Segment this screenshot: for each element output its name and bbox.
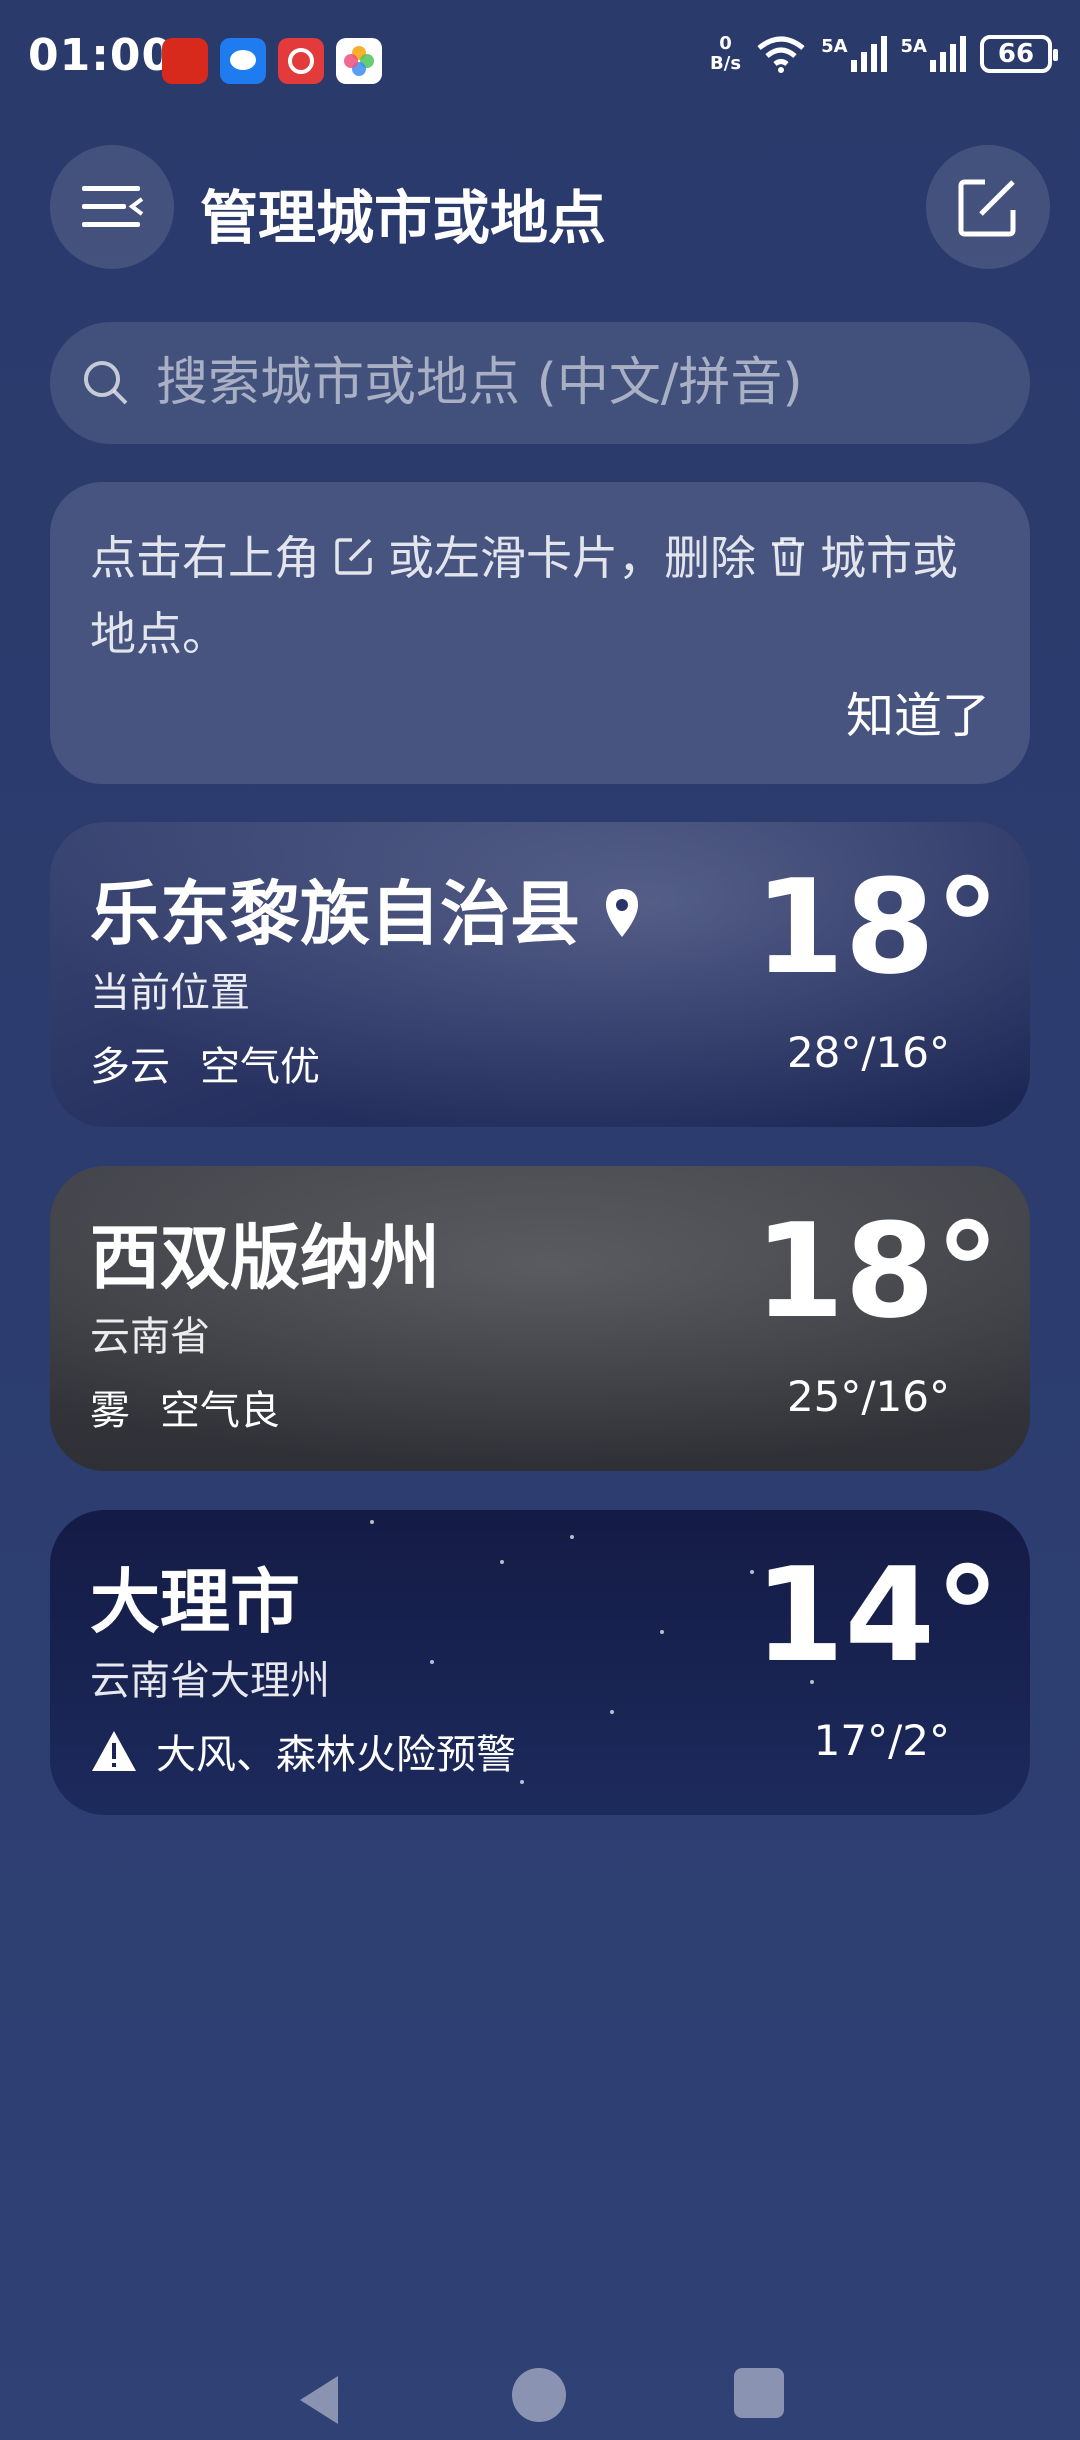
page-title: 管理城市或地点 [200,184,607,252]
signal-2: 5A [901,36,966,72]
header: 管理城市或地点 [0,145,1080,270]
tip-text: 点击右上角 或左滑卡片，删除 城市或地点。 [90,522,990,670]
dismiss-tip-button[interactable]: 知道了 [846,676,990,746]
back-icon[interactable] [292,2372,348,2428]
warning-icon [92,1731,136,1771]
status-bar: 01:00 0 B/s 5A 5A 66 [0,0,1080,120]
star-decoration [570,1535,574,1539]
signal-1: 5A [821,36,887,72]
status-time: 01:00 [28,30,174,81]
tip-card: 点击右上角 或左滑卡片，删除 城市或地点。 知道了 [50,482,1030,784]
current-temp: 14° [754,1539,1000,1691]
home-icon[interactable] [512,2368,566,2422]
city-name: 乐东黎族自治县 [90,873,580,955]
weather-condition: 多云 [90,1044,170,1090]
wifi-icon [757,36,805,73]
temp-range: 28°/16° [786,1028,950,1077]
navigation-bar [0,2350,1080,2440]
city-card[interactable]: 大理市 云南省大理州 大风、森林火险预警 14° 17°/2° [50,1510,1030,1815]
weather-condition: 雾 [90,1388,130,1434]
music-app-icon [278,38,324,84]
edit-button[interactable] [926,145,1050,269]
search-icon [84,361,128,405]
search-bar[interactable] [50,322,1030,444]
weather-warning: 大风、森林火险预警 [156,1732,516,1778]
search-input[interactable] [154,352,978,414]
city-card[interactable]: 乐东黎族自治县 当前位置 多云 空气优 18° 28°/16° [50,822,1030,1127]
temp-range: 17°/2° [813,1716,950,1765]
air-quality: 空气良 [160,1388,280,1434]
status-indicators: 0 B/s 5A 5A 66 [710,33,1058,74]
trash-icon [768,526,808,598]
red-app-icon [162,38,208,84]
city-name: 西双版纳州 [90,1217,440,1299]
temp-range: 25°/16° [786,1372,950,1421]
city-name: 大理市 [90,1561,300,1643]
star-decoration [610,1710,614,1714]
net-speed: 0 B/s [710,33,742,74]
location-pin-icon [606,889,638,937]
signal-bars-icon [930,36,966,72]
current-temp: 18° [754,1195,1000,1347]
battery-icon: 66 [980,35,1058,73]
recent-apps-icon[interactable] [734,2368,784,2418]
menu-button[interactable] [50,145,174,269]
city-card[interactable]: 西双版纳州 云南省 雾 空气良 18° 25°/16° [50,1166,1030,1471]
message-app-icon [220,38,266,84]
current-temp: 18° [754,851,1000,1003]
air-quality: 空气优 [200,1044,320,1090]
photos-app-icon [336,38,382,84]
notification-icons [162,38,382,84]
menu-collapse-icon [82,186,144,227]
star-decoration [370,1520,374,1524]
signal-bars-icon [850,36,887,72]
edit-icon [332,526,376,598]
star-decoration [520,1780,524,1784]
edit-icon [958,179,1016,237]
